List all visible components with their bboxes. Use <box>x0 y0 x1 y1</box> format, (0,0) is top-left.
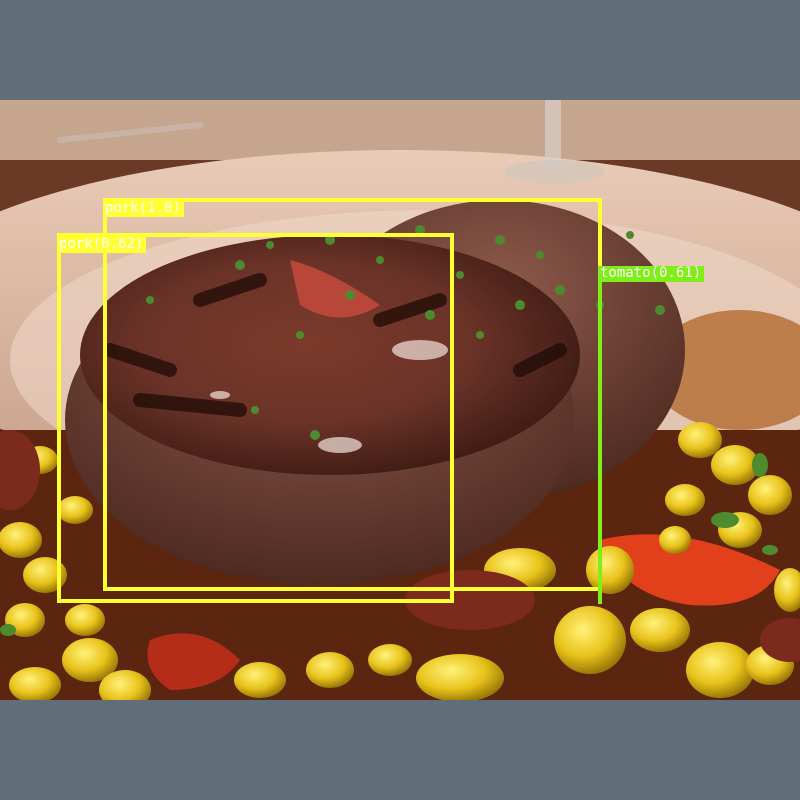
food-photo-illustration <box>0 100 800 700</box>
detection-label-tomato: tomato(0.61) <box>598 266 705 282</box>
detection-label-pork-1: pork(1.0) <box>103 201 184 217</box>
detection-label-pork-2: pork(0.62) <box>57 237 147 253</box>
food-photo <box>0 100 800 700</box>
detection-canvas: pork(1.0) pork(0.62) tomato(0.61) <box>0 0 800 800</box>
